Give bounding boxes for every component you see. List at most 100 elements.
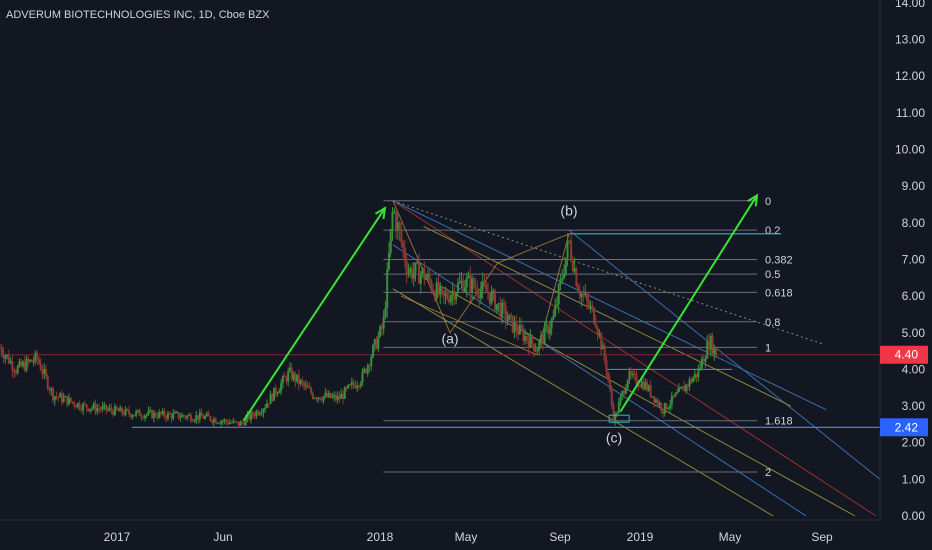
candle-body <box>326 393 329 398</box>
candle-body <box>610 389 613 405</box>
candle-body <box>149 410 152 412</box>
candle-body <box>585 293 588 301</box>
candle-body <box>598 333 601 335</box>
candle-body <box>186 415 189 418</box>
candle-body <box>370 357 373 367</box>
candle-body <box>350 382 353 385</box>
candle-body <box>356 386 359 389</box>
candle-body <box>55 396 58 398</box>
candle-body <box>621 391 624 397</box>
candle-body <box>534 350 537 352</box>
candle-body <box>453 290 456 300</box>
candle-body <box>281 376 284 384</box>
candle <box>564 257 567 277</box>
candle-body <box>570 240 573 260</box>
candle-body <box>310 388 313 394</box>
candle-body <box>425 277 428 280</box>
candle-body <box>92 403 95 409</box>
candle-body <box>48 388 51 391</box>
candle-body <box>414 262 417 273</box>
candle-body <box>469 275 472 293</box>
y-tick-label: 12.00 <box>895 69 925 83</box>
candle-body <box>179 417 182 419</box>
candle-body <box>697 368 700 378</box>
x-tick-label: 2019 <box>627 530 654 544</box>
candle-body <box>594 323 597 328</box>
candle-body <box>368 365 371 367</box>
candle-body <box>147 410 150 415</box>
candle-body <box>27 358 30 362</box>
candle-body <box>479 289 482 299</box>
candle-body <box>66 396 69 405</box>
price-chart[interactable]: 0 0.2 0.382 0.5 0.618 0.8 1 1.618 2 (a) (b) (c) 14.0… <box>0 0 932 550</box>
candle-body <box>184 416 187 418</box>
candle-body <box>449 295 452 303</box>
candle-body <box>7 354 10 364</box>
candle-body <box>486 291 489 294</box>
candle-body <box>702 358 705 362</box>
candle-body <box>154 412 157 417</box>
candle-body <box>495 304 498 311</box>
candle-body <box>478 295 481 299</box>
x-tick-label: Jun <box>213 530 232 544</box>
candle-body <box>540 335 543 341</box>
candle-body <box>442 290 445 296</box>
candle-body <box>120 407 123 414</box>
candle-body <box>601 345 604 350</box>
candle-body <box>573 268 576 272</box>
candle-body <box>709 335 712 350</box>
candle-body <box>163 410 166 417</box>
candle-body <box>271 394 274 401</box>
current-price-badge: 4.40 <box>880 345 928 364</box>
candle-body <box>563 274 566 279</box>
chart-title: ADVERUM BIOTECHNOLOGIES INC, 1D, Cboe BZ… <box>6 9 270 21</box>
candle-body <box>372 345 375 358</box>
candle-body <box>600 333 603 350</box>
candle-body <box>357 386 360 388</box>
candle-body <box>361 371 364 384</box>
candle-body <box>43 368 46 374</box>
candle-body <box>303 382 306 386</box>
candle-body <box>50 388 53 391</box>
candle-body <box>182 414 185 417</box>
candle-body <box>448 298 451 303</box>
candle-body <box>380 326 383 329</box>
candle-body <box>612 404 615 422</box>
candle-body <box>559 278 562 285</box>
candle-body <box>504 306 507 321</box>
candle-body <box>446 293 449 299</box>
candle-body <box>237 421 240 426</box>
candle-body <box>37 358 40 364</box>
candle-body <box>218 422 221 424</box>
candle-body <box>336 395 339 400</box>
candle-body <box>101 406 104 410</box>
candle-body <box>255 411 258 417</box>
candle-body <box>623 391 626 394</box>
candle-body <box>296 374 299 382</box>
candle-body <box>543 326 546 344</box>
y-tick-label: 7.00 <box>902 252 926 266</box>
candle <box>711 332 714 357</box>
candle <box>494 288 497 312</box>
candle-body <box>686 384 689 387</box>
fib-level-label: 0.618 <box>765 287 793 299</box>
candle <box>46 373 49 391</box>
candle <box>575 266 578 288</box>
wave-label: (a) <box>441 331 458 347</box>
candle-body <box>234 420 237 422</box>
candle-body <box>96 408 99 412</box>
candle-body <box>304 385 307 387</box>
candle-body <box>75 405 78 408</box>
candle-body <box>677 388 680 393</box>
candle-body <box>85 404 88 409</box>
candle-body <box>170 414 173 419</box>
candle-body <box>60 393 63 402</box>
candle-body <box>67 397 70 405</box>
candle-body <box>518 324 521 335</box>
candle-body <box>654 399 657 403</box>
candle <box>665 403 668 411</box>
candle-body <box>580 293 583 298</box>
candle-body <box>676 392 679 394</box>
candle-body <box>617 402 620 414</box>
candle-body <box>564 257 567 275</box>
